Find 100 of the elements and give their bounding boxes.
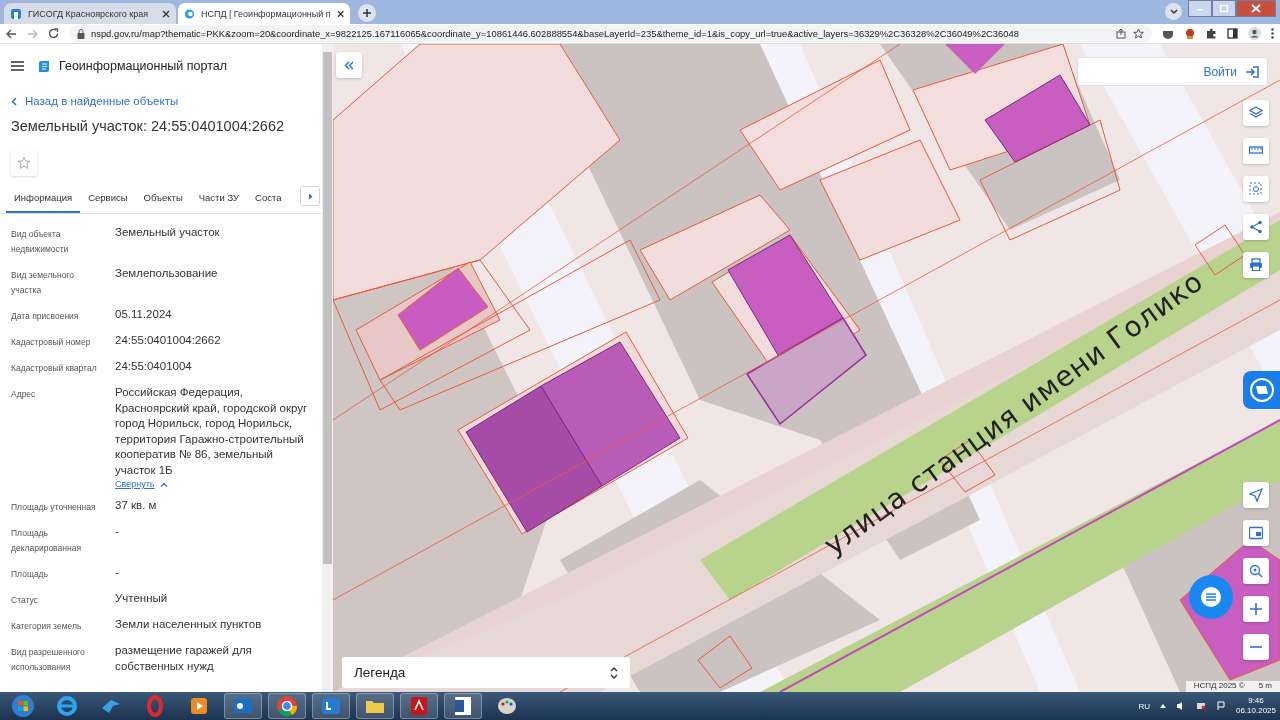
browser-tab[interactable]: ГИСОГД Красноярского края [4,3,176,24]
legend-dropdown[interactable]: Легенда [342,657,630,688]
reload-icon[interactable] [48,28,59,39]
close-icon [162,9,170,18]
collapse-link[interactable]: Свернуть [115,479,169,489]
field-label: Кадастровый квартал [11,362,98,375]
tab[interactable]: Сервисы [80,192,136,213]
select-area-icon [1249,182,1263,196]
field-value: 24:55:0401004 [115,359,192,374]
browser-tab[interactable]: НСПД | Геоинформационный п [178,3,350,24]
field-value: 24:55:0401004:2662 [115,333,221,348]
clock-time: 9:46 [1248,696,1264,706]
more-icon[interactable] [1271,28,1274,39]
plus-icon [362,8,372,18]
star-icon[interactable] [1133,28,1144,39]
login-button[interactable]: Войти [1077,57,1268,86]
back-link[interactable]: Назад в найденные объекты [11,92,179,110]
double-chevron-left-icon [344,60,354,70]
close-button[interactable] [1236,0,1276,17]
windows-orb-icon [11,694,35,718]
taskbar-app[interactable] [356,693,394,719]
scrollbar[interactable] [322,44,333,692]
taskbar-app[interactable] [444,693,482,719]
zoom-out-button[interactable] [1243,634,1269,660]
ruler-button[interactable] [1243,138,1269,164]
locate-button[interactable] [1243,482,1269,508]
puzzle-icon[interactable] [1206,28,1217,39]
field-label: Дата присвоения [11,310,80,323]
back-arrow-icon[interactable] [6,28,17,39]
picture-in-picture-icon [1249,526,1263,540]
minimap-button[interactable] [1243,520,1269,546]
lock-icon [77,28,85,39]
chevron-left-icon [11,96,17,106]
caret-right-icon [307,192,313,200]
taskbar-app[interactable] [224,693,262,719]
new-tab-button[interactable] [358,4,376,22]
logo-icon [38,59,50,73]
field-label: Вид земельного участка [11,269,75,297]
layers-icon [1249,106,1263,120]
print-button[interactable] [1243,252,1269,278]
close-icon [336,9,344,18]
share-icon [1249,220,1263,234]
scale-label: 5 m [1258,681,1272,692]
map-drawing[interactable] [333,44,1280,692]
chat-icon [1200,586,1222,608]
printer-icon [1249,258,1263,272]
field-value: Российская Федерация, Красноярский край, городской округ город Норильск, город Норильск, территория Гаражно-строительный кооператив № 86, земельный участок 1Б [115,385,309,478]
field-label: Вид разрешенного использования [11,646,86,674]
field-label: Площадь [11,568,49,581]
field-value: Земельный участок [115,225,220,240]
tab[interactable]: Части ЗУ [190,192,248,213]
zoom-in-button[interactable] [1243,596,1269,622]
address-field[interactable]: nspd.gov.ru/map?thematic=PKK&zoom=20&coordinate_x=9822125.167116065&coordinate_y=10861446.602888554&baseLayerId=235&theme_id=1&is_copy_url=true&active_layers=36329%2C36328%2C36049%2C36048 [69,25,1152,42]
tab-search-button[interactable] [1165,3,1182,20]
tab[interactable]: Объекты [135,192,191,213]
chrome-icon [275,694,299,718]
language-indicator[interactable]: RU [1138,701,1150,711]
taskbar-app[interactable] [400,693,438,719]
scroll-tabs-button[interactable] [300,186,320,206]
tab[interactable]: Информация [6,192,81,213]
plus-icon [1249,602,1263,616]
field-value: - [115,565,119,580]
menu-icon[interactable] [11,61,24,71]
maximize-button[interactable] [1212,0,1236,17]
share-icon[interactable] [1116,28,1127,39]
attribution-text: НСПД 2025 © [1193,681,1245,692]
side-panel-icon[interactable] [1227,28,1238,39]
taskbar-app[interactable] [268,693,306,719]
maximize-icon [1219,3,1229,14]
layers-button[interactable] [1243,100,1269,126]
share-button[interactable] [1243,214,1269,240]
field-value: - [115,524,119,539]
field-label: Площадь уточненная [11,501,97,514]
field-value: размещение гаражей для собственных нужд [115,643,253,674]
field-label: Кадастровый номер [11,336,92,349]
minimize-button[interactable] [1188,0,1212,17]
field-label: Статус [11,594,39,607]
field-label: Площадь декларированная [11,527,82,555]
taskbar-app[interactable] [312,693,350,719]
clock-date: 06.10.2025 [1235,706,1276,716]
collapse-panel-button[interactable] [336,52,362,78]
field-value: Землепользование [115,266,218,281]
tab[interactable]: Соста [247,192,290,213]
chevron-down-icon [1169,8,1178,15]
field-label: Категория земель [11,620,83,633]
chevron-up-icon [160,481,169,487]
network-icon[interactable] [1195,701,1206,711]
field-value: 37 кв. м [115,498,157,513]
star-icon [17,156,31,170]
search-location-button[interactable] [1243,558,1269,584]
object-title: Земельный участок: 24:55:0401004:2662 [11,118,286,136]
close-icon [1250,3,1262,14]
caret-up-icon[interactable] [1159,704,1166,708]
field-label: Адрес [11,388,37,401]
field-value: Учтенный [115,591,168,606]
login-icon [1245,65,1259,78]
portal-title: Геоинформационный портал [59,59,228,73]
assistant-tab[interactable] [1243,371,1280,409]
building-icon [10,7,22,20]
profile-icon[interactable] [1248,27,1261,40]
